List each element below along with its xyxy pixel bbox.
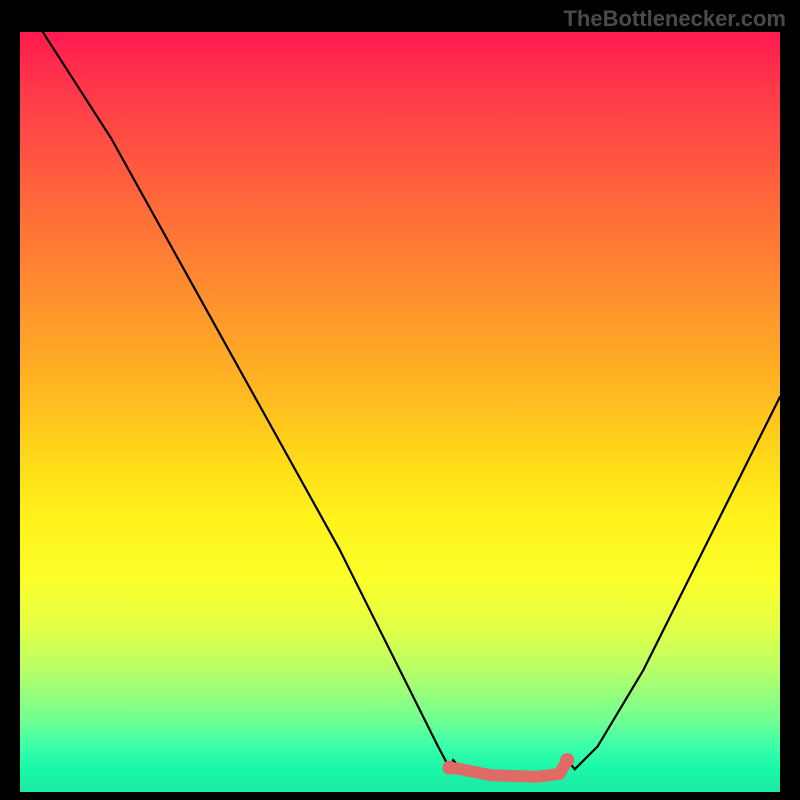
chart-frame: TheBottlenecker.com — [0, 0, 800, 800]
highlight-dot-right — [560, 753, 574, 767]
highlight-dot-left — [442, 761, 456, 775]
watermark-text: TheBottlenecker.com — [563, 6, 786, 32]
curve-svg — [20, 32, 780, 792]
highlight-segment — [449, 760, 567, 777]
plot-area — [20, 32, 780, 792]
bottleneck-curve — [43, 32, 780, 777]
